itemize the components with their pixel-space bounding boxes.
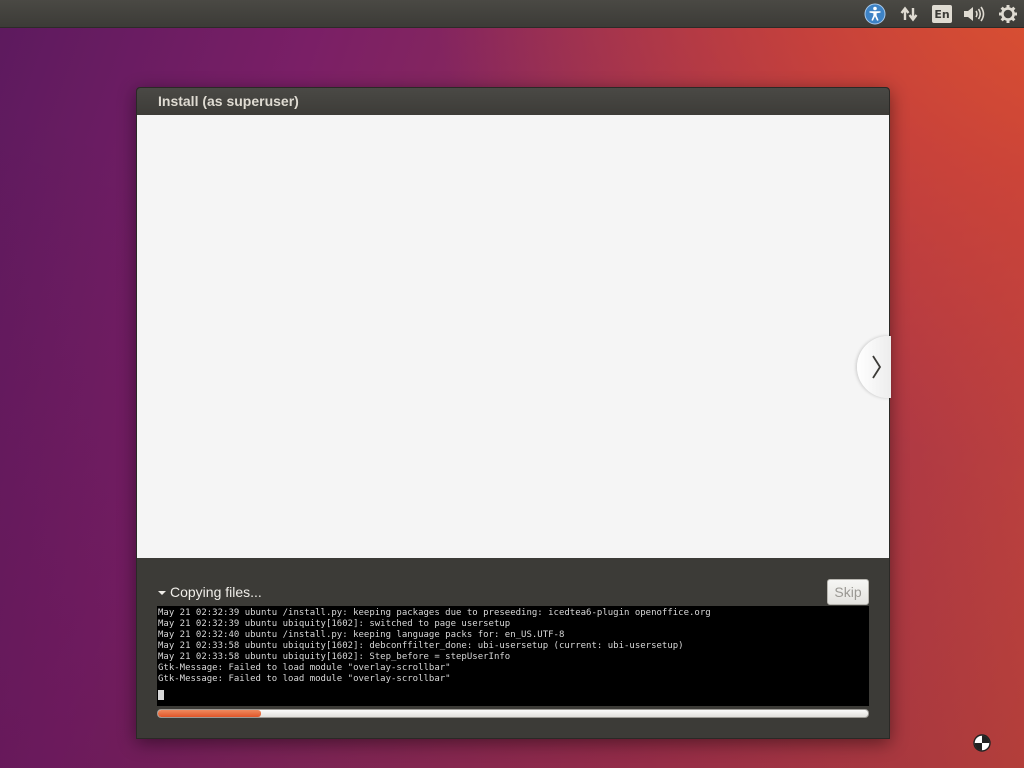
install-progress-bar xyxy=(157,709,869,718)
keyboard-layout-label: En xyxy=(932,5,952,23)
network-arrows-icon[interactable] xyxy=(896,2,922,26)
busy-cursor-icon xyxy=(972,733,992,753)
installer-window: Install (as superuser) Copying files... … xyxy=(136,87,891,739)
speaker-icon[interactable] xyxy=(961,2,987,26)
install-log-terminal[interactable]: May 21 02:32:39 ubuntu /install.py: keep… xyxy=(157,606,869,706)
install-progress-fill xyxy=(158,710,261,717)
progress-status-text: Copying files... xyxy=(170,584,262,600)
window-titlebar[interactable]: Install (as superuser) xyxy=(137,88,889,115)
log-line: May 21 02:33:58 ubuntu ubiquity[1602]: S… xyxy=(158,652,511,662)
log-line: May 21 02:33:58 ubuntu ubiquity[1602]: d… xyxy=(158,641,684,651)
gear-icon[interactable] xyxy=(995,2,1021,26)
log-line: May 21 02:32:39 ubuntu /install.py: keep… xyxy=(158,608,711,618)
keyboard-layout-indicator[interactable]: En xyxy=(929,2,955,26)
progress-expander[interactable]: Copying files... xyxy=(158,584,262,600)
expander-arrow-icon xyxy=(158,590,166,595)
universal-access-icon[interactable] xyxy=(862,2,888,26)
top-panel: En xyxy=(0,0,1024,28)
log-line: Gtk-Message: Failed to load module "over… xyxy=(158,674,451,684)
terminal-cursor xyxy=(158,690,164,700)
log-line: Gtk-Message: Failed to load module "over… xyxy=(158,663,451,673)
progress-panel: Copying files... Skip May 21 02:32:39 ub… xyxy=(137,558,889,738)
log-line: May 21 02:32:39 ubuntu ubiquity[1602]: s… xyxy=(158,619,511,629)
installer-slideshow-area xyxy=(137,115,891,558)
window-title: Install (as superuser) xyxy=(158,93,299,109)
chevron-right-icon xyxy=(872,355,882,379)
log-line: May 21 02:32:40 ubuntu /install.py: keep… xyxy=(158,630,565,640)
skip-button[interactable]: Skip xyxy=(827,579,869,605)
next-slide-button[interactable] xyxy=(857,336,891,398)
